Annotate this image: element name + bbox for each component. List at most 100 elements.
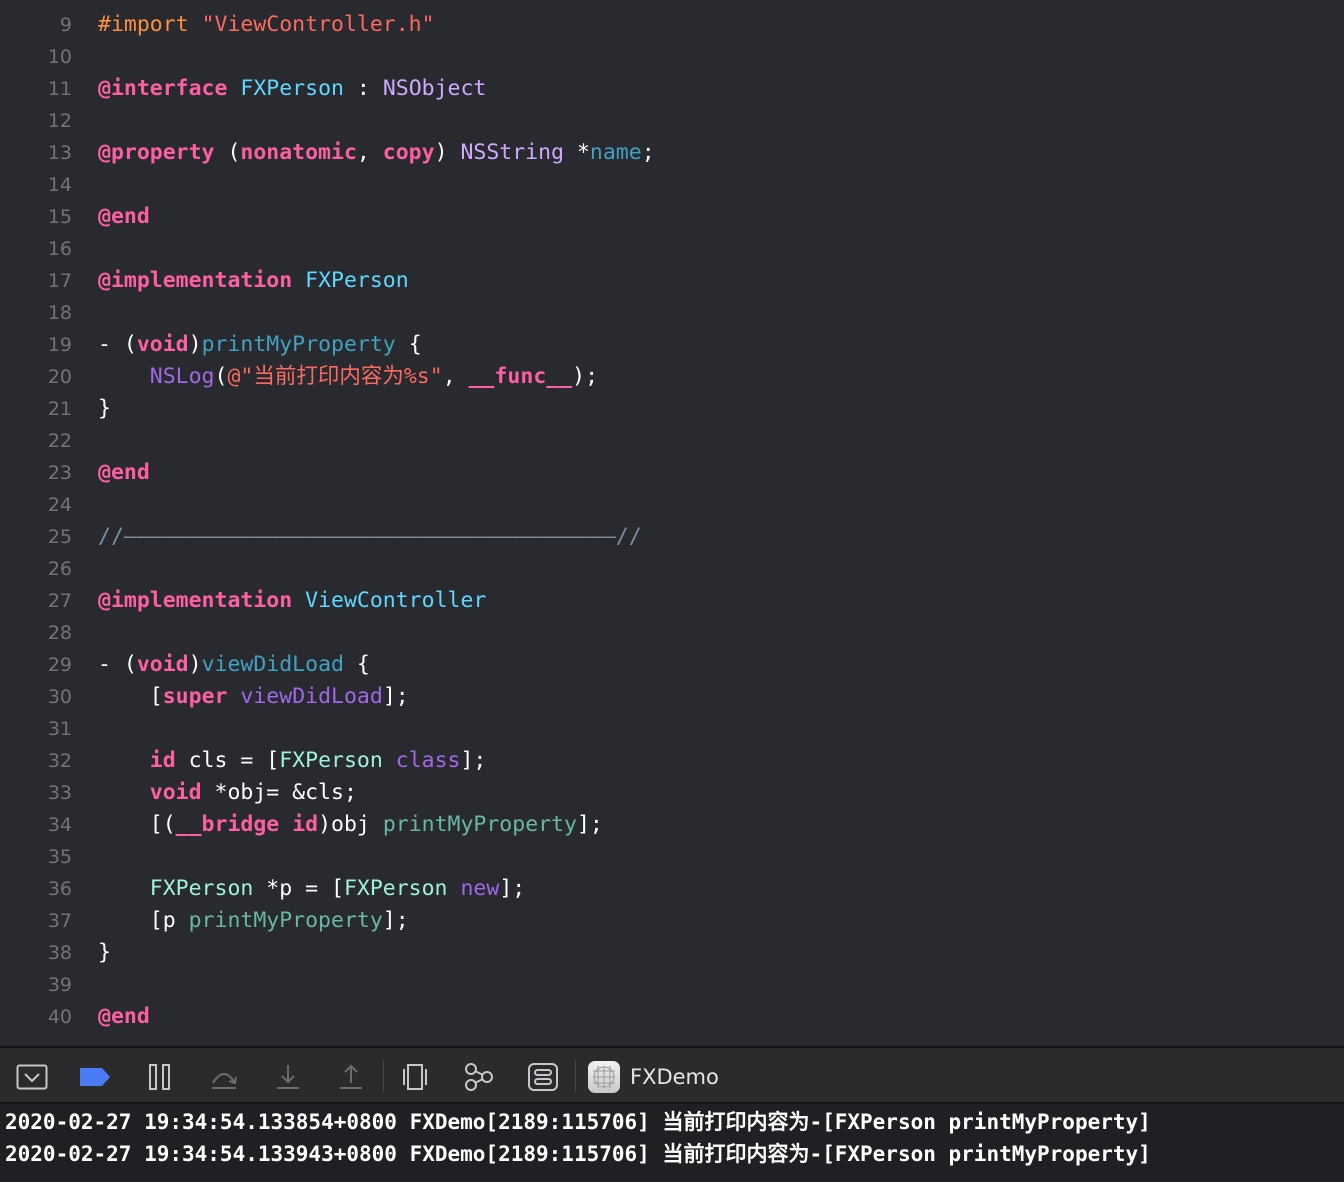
console-line: 2020-02-27 19:34:54.133854+0800 FXDemo[2… bbox=[5, 1110, 1151, 1134]
code-line[interactable]: 16 bbox=[0, 233, 1344, 265]
code-token: ]; bbox=[382, 908, 409, 933]
code-text[interactable]: @implementation ViewController bbox=[98, 585, 486, 617]
scheme-selector[interactable]: FXDemo bbox=[588, 1060, 719, 1094]
line-number: 19 bbox=[47, 334, 72, 356]
code-line[interactable]: 17 @implementation FXPerson bbox=[0, 265, 1344, 297]
line-number: 15 bbox=[47, 206, 72, 228]
code-token: ViewController bbox=[305, 588, 487, 613]
hide-debug-area-icon[interactable] bbox=[15, 1060, 49, 1094]
code-text[interactable]: @implementation FXPerson bbox=[98, 265, 409, 297]
code-text[interactable]: } bbox=[98, 393, 111, 425]
code-token: )obj bbox=[318, 812, 383, 837]
code-token: __func__ bbox=[468, 364, 573, 389]
line-number: 10 bbox=[47, 46, 72, 68]
code-line[interactable]: 13 @property (nonatomic, copy) NSString *… bbox=[0, 137, 1344, 169]
code-token: ]; bbox=[460, 748, 487, 773]
code-text[interactable]: [super viewDidLoad]; bbox=[98, 681, 409, 713]
code-token: nonatomic bbox=[240, 140, 357, 165]
code-text[interactable]: - (void)printMyProperty { bbox=[98, 329, 422, 361]
code-line[interactable]: 20 NSLog(@"当前打印内容为%s", __func__); bbox=[0, 361, 1344, 393]
code-line[interactable]: 19 - (void)printMyProperty { bbox=[0, 329, 1344, 361]
code-token: NSString bbox=[460, 140, 565, 165]
code-line[interactable]: 32 id cls = [FXPerson class]; bbox=[0, 745, 1344, 777]
code-line[interactable]: 35 bbox=[0, 841, 1344, 873]
code-line[interactable]: 28 bbox=[0, 617, 1344, 649]
code-line[interactable]: 10 bbox=[0, 41, 1344, 73]
code-line[interactable]: 11 @interface FXPerson : NSObject bbox=[0, 73, 1344, 105]
code-text[interactable]: FXPerson *p = [FXPerson new]; bbox=[98, 873, 525, 905]
code-text[interactable]: @end bbox=[98, 201, 150, 233]
code-token: void bbox=[136, 332, 189, 357]
code-line[interactable]: 40 @end bbox=[0, 1001, 1344, 1033]
code-line[interactable]: 27 @implementation ViewController bbox=[0, 585, 1344, 617]
code-text[interactable]: id cls = [FXPerson class]; bbox=[98, 745, 487, 777]
code-line[interactable]: 22 bbox=[0, 425, 1344, 457]
code-line[interactable]: 9 #import "ViewController.h" bbox=[0, 9, 1344, 41]
code-text[interactable]: @property (nonatomic, copy) NSString *na… bbox=[98, 137, 655, 169]
code-text[interactable]: [(__bridge id)obj printMyProperty]; bbox=[98, 809, 603, 841]
view-hierarchy-icon[interactable] bbox=[398, 1060, 432, 1094]
code-token: NSObject bbox=[382, 76, 487, 101]
code-line[interactable]: 18 bbox=[0, 297, 1344, 329]
code-text[interactable]: - (void)viewDidLoad { bbox=[98, 649, 370, 681]
code-line[interactable]: 25 //————————————————————————————————————… bbox=[0, 521, 1344, 553]
step-out-icon[interactable] bbox=[334, 1060, 368, 1094]
step-into-icon[interactable] bbox=[271, 1060, 305, 1094]
code-line[interactable]: 31 bbox=[0, 713, 1344, 745]
code-text[interactable]: [p printMyProperty]; bbox=[98, 905, 409, 937]
code-line[interactable]: 14 bbox=[0, 169, 1344, 201]
code-line[interactable]: 30 [super viewDidLoad]; bbox=[0, 681, 1344, 713]
code-token: : bbox=[343, 76, 383, 101]
code-token: FXPerson bbox=[305, 268, 409, 293]
debug-toolbar: FXDemo bbox=[0, 1046, 1344, 1104]
breakpoints-toggle-icon[interactable] bbox=[78, 1060, 112, 1094]
console-output[interactable]: 2020-02-27 19:34:54.133854+0800 FXDemo[2… bbox=[0, 1104, 1344, 1182]
code-line[interactable]: 36 FXPerson *p = [FXPerson new]; bbox=[0, 873, 1344, 905]
code-text[interactable]: } bbox=[98, 937, 111, 969]
line-number: 34 bbox=[47, 814, 72, 836]
code-line[interactable]: 37 [p printMyProperty]; bbox=[0, 905, 1344, 937]
code-line[interactable]: 21} bbox=[0, 393, 1344, 425]
code-line[interactable]: 39 bbox=[0, 969, 1344, 1001]
code-token: name bbox=[589, 140, 642, 165]
code-line[interactable]: 15 @end bbox=[0, 201, 1344, 233]
code-text[interactable]: @end bbox=[98, 457, 150, 489]
code-line[interactable]: 38} bbox=[0, 937, 1344, 969]
code-line[interactable]: 34 [(__bridge id)obj printMyProperty]; bbox=[0, 809, 1344, 841]
code-text[interactable]: //——————————————————————————————————————… bbox=[98, 521, 642, 553]
code-token: { bbox=[395, 332, 422, 357]
code-text[interactable]: @interface FXPerson : NSObject bbox=[98, 73, 486, 105]
code-line[interactable]: 12 bbox=[0, 105, 1344, 137]
code-token: { bbox=[343, 652, 370, 677]
line-number: 28 bbox=[47, 622, 72, 644]
code-text[interactable]: NSLog(@"当前打印内容为%s", __func__); bbox=[98, 361, 598, 393]
code-text[interactable]: #import "ViewController.h" bbox=[98, 9, 435, 41]
code-token: , bbox=[356, 140, 383, 165]
line-number: 13 bbox=[47, 142, 72, 164]
line-number: 25 bbox=[47, 526, 72, 548]
code-token: FXPerson bbox=[343, 876, 448, 901]
line-number: 23 bbox=[47, 462, 72, 484]
memory-graph-icon[interactable] bbox=[462, 1060, 496, 1094]
line-number: 21 bbox=[47, 398, 72, 420]
code-token: @"当前打印内容为%s" bbox=[227, 364, 443, 389]
line-number: 24 bbox=[47, 494, 72, 516]
code-text[interactable]: @end bbox=[98, 1001, 150, 1033]
pause-icon[interactable] bbox=[143, 1060, 177, 1094]
code-token: FXPerson bbox=[240, 76, 344, 101]
code-token: } bbox=[98, 396, 111, 421]
code-line[interactable]: 29 - (void)viewDidLoad { bbox=[0, 649, 1344, 681]
code-line[interactable]: 26 bbox=[0, 553, 1344, 585]
code-line[interactable]: 24 bbox=[0, 489, 1344, 521]
source-editor[interactable]: 9 #import "ViewController.h" 10 11 @interfac… bbox=[0, 0, 1344, 1046]
code-line[interactable]: 33 void *obj= &cls; bbox=[0, 777, 1344, 809]
code-line[interactable]: 23 @end bbox=[0, 457, 1344, 489]
environment-overrides-icon[interactable] bbox=[526, 1060, 560, 1094]
code-text[interactable]: void *obj= &cls; bbox=[98, 777, 357, 809]
line-number: 29 bbox=[47, 654, 72, 676]
code-token: #import bbox=[98, 12, 202, 37]
step-over-icon[interactable] bbox=[207, 1060, 241, 1094]
